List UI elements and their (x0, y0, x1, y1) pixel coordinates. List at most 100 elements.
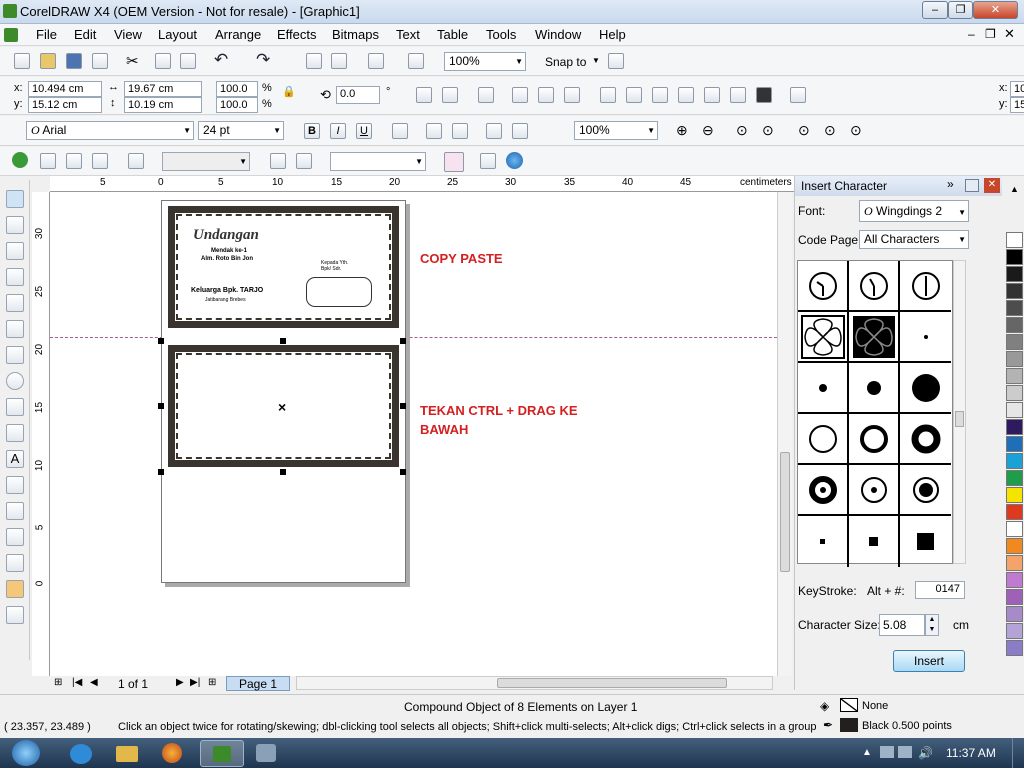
mirror-vertical-icon[interactable] (442, 87, 458, 103)
group-icon[interactable] (512, 87, 528, 103)
ellipse-tool-icon[interactable] (6, 372, 24, 390)
color-swatch[interactable] (1006, 385, 1023, 401)
restore-button[interactable]: ❐ (948, 1, 973, 19)
trim-icon[interactable] (652, 87, 668, 103)
color-swatch[interactable] (1006, 351, 1023, 367)
color-swatch[interactable] (1006, 419, 1023, 435)
italic-icon[interactable]: I (330, 123, 346, 139)
bold-icon[interactable]: B (304, 123, 320, 139)
color-swatch[interactable] (1006, 266, 1023, 282)
character-cell[interactable] (900, 465, 951, 516)
font-size-combo[interactable]: 24 pt ▼ (198, 121, 284, 140)
smart-fill-tool-icon[interactable] (6, 320, 24, 338)
character-cell[interactable] (900, 312, 951, 363)
open-icon[interactable] (40, 53, 56, 69)
character-cell[interactable] (849, 465, 900, 516)
redo-icon[interactable]: ↷ (256, 50, 270, 70)
color-swatch[interactable] (1006, 249, 1023, 265)
color-swatch[interactable] (1006, 368, 1023, 384)
character-cell[interactable] (849, 261, 900, 312)
file-explorer-icon[interactable] (116, 746, 138, 762)
color-swatch[interactable] (1006, 436, 1023, 452)
welcome-screen-icon[interactable] (408, 53, 424, 69)
selection-handle[interactable] (280, 338, 286, 344)
color-swatch[interactable] (1006, 555, 1023, 571)
bullets-icon[interactable] (426, 123, 442, 139)
ungroup-all-icon[interactable] (564, 87, 580, 103)
menu-effects[interactable]: Effects (277, 27, 317, 42)
menu-table[interactable]: Table (437, 27, 468, 42)
menu-file[interactable]: File (36, 27, 57, 42)
menu-edit[interactable]: Edit (74, 27, 96, 42)
web-icon[interactable] (480, 153, 496, 169)
color-swatch[interactable] (1006, 470, 1023, 486)
table-tool-icon[interactable] (6, 476, 24, 494)
selection-handle[interactable] (158, 469, 164, 475)
zoom-tool-icon[interactable] (6, 268, 24, 286)
create-boundary-icon[interactable] (756, 87, 772, 103)
eyedropper-tool-icon[interactable] (6, 528, 24, 546)
y-position-field-overflow[interactable]: 15 (1010, 97, 1024, 113)
zoom-width-icon[interactable]: ⊙ (824, 122, 836, 139)
color-swatch[interactable] (1006, 572, 1023, 588)
outline-color-swatch[interactable] (840, 718, 858, 732)
scrollbar-thumb[interactable] (780, 452, 790, 572)
cut-icon[interactable]: ✂ (126, 52, 139, 70)
new-icon[interactable] (14, 53, 30, 69)
import-icon[interactable] (306, 53, 322, 69)
firefox-icon[interactable] (162, 743, 182, 763)
paste-icon[interactable] (180, 53, 196, 69)
scrollbar-thumb[interactable] (497, 678, 727, 688)
selection-handle[interactable] (400, 403, 406, 409)
alignment-icon[interactable] (392, 123, 408, 139)
pick-tool-icon[interactable] (6, 190, 24, 208)
menu-view[interactable]: View (114, 27, 142, 42)
zoom-out-icon[interactable]: ⊖ (702, 122, 714, 139)
x-position-field[interactable]: 10.494 cm (28, 81, 102, 97)
character-cell[interactable] (798, 516, 849, 567)
color-swatch[interactable] (1006, 402, 1023, 418)
ungroup-icon[interactable] (538, 87, 554, 103)
coreldraw-taskbar-button[interactable] (200, 740, 244, 767)
globe-icon[interactable] (506, 152, 523, 169)
font-list-combo[interactable]: O Arial ▼ (26, 121, 194, 140)
interactive-fill-tool-icon[interactable] (6, 606, 24, 624)
character-cell[interactable] (849, 363, 900, 414)
no-fill-swatch[interactable] (840, 698, 858, 712)
selection-handle[interactable] (400, 469, 406, 475)
selection-handle[interactable] (158, 403, 164, 409)
tray-network-icon[interactable] (880, 746, 894, 758)
prev-page-icon[interactable]: ◀ (90, 677, 98, 688)
options-icon[interactable] (608, 53, 624, 69)
width-field[interactable]: 19.67 cm (124, 81, 202, 97)
minimize-button[interactable]: – (922, 1, 948, 19)
wrap-text-icon[interactable] (478, 87, 494, 103)
menu-arrange[interactable]: Arrange (215, 27, 261, 42)
palette-scroll-up-icon[interactable]: ▲ (1006, 184, 1023, 200)
basic-shapes-tool-icon[interactable] (6, 424, 24, 442)
spray-icon[interactable] (12, 152, 28, 168)
application-launcher-icon[interactable] (368, 53, 384, 69)
docker-minimize-icon[interactable] (965, 179, 979, 192)
rectangle-tool-icon[interactable] (6, 346, 24, 364)
save-icon[interactable] (66, 53, 82, 69)
tray-chevron-icon[interactable]: ▲ (862, 747, 872, 758)
collapse-icon[interactable]: » (947, 177, 954, 191)
character-cell[interactable] (798, 261, 849, 312)
character-cell[interactable] (849, 312, 900, 363)
edit-text-icon[interactable] (512, 123, 528, 139)
height-field[interactable]: 10.19 cm (124, 97, 202, 113)
zoom-combo[interactable]: 100% ▼ (574, 121, 658, 140)
show-desktop-button[interactable] (1012, 738, 1024, 768)
vertical-scrollbar[interactable] (777, 192, 792, 676)
shape-tool-icon[interactable] (6, 216, 24, 234)
x-position-field-overflow[interactable]: 10 (1010, 81, 1024, 97)
character-grid-scrollbar[interactable] (953, 260, 966, 564)
align-distribute-icon[interactable] (790, 87, 806, 103)
last-page-icon[interactable]: ▶| (190, 677, 200, 688)
docker-close-icon[interactable]: ✕ (984, 178, 1000, 193)
y-position-field[interactable]: 15.12 cm (28, 97, 102, 113)
text-tool-icon[interactable]: A (6, 450, 24, 468)
tray-action-icon[interactable] (898, 746, 912, 758)
color-swatch[interactable] (1006, 640, 1023, 656)
